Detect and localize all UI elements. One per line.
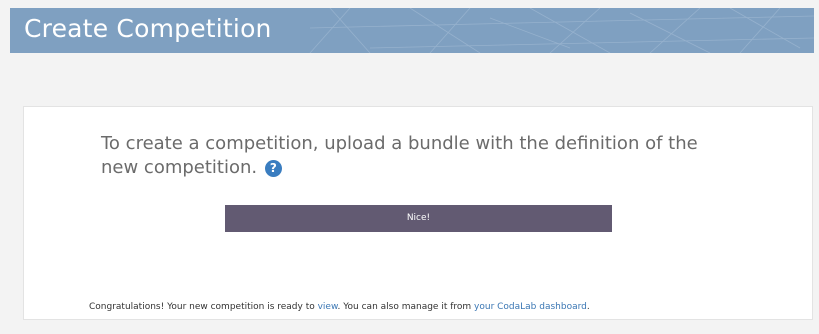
congratulations-prefix: Congratulations! Your new competition is… — [89, 302, 318, 312]
upload-status-bar: Nice! — [225, 205, 612, 232]
upload-instructions-text: To create a competition, upload a bundle… — [101, 133, 698, 178]
question-circle-icon[interactable]: ? — [264, 160, 282, 177]
page: Create Competition To create a competiti… — [0, 0, 819, 334]
codalab-dashboard-link[interactable]: your CodaLab dashboard — [474, 302, 587, 312]
page-title: Create Competition — [24, 14, 272, 43]
upload-instructions: To create a competition, upload a bundle… — [101, 132, 701, 180]
congratulations-suffix: . — [586, 302, 590, 312]
page-header-banner: Create Competition — [10, 8, 814, 53]
create-competition-card: To create a competition, upload a bundle… — [23, 106, 813, 320]
congratulations-message: Congratulations! Your new competition is… — [89, 302, 590, 312]
upload-status-label: Nice! — [406, 213, 431, 223]
view-competition-link[interactable]: view — [318, 302, 338, 312]
congratulations-middle: . You can also manage it from — [337, 302, 475, 312]
